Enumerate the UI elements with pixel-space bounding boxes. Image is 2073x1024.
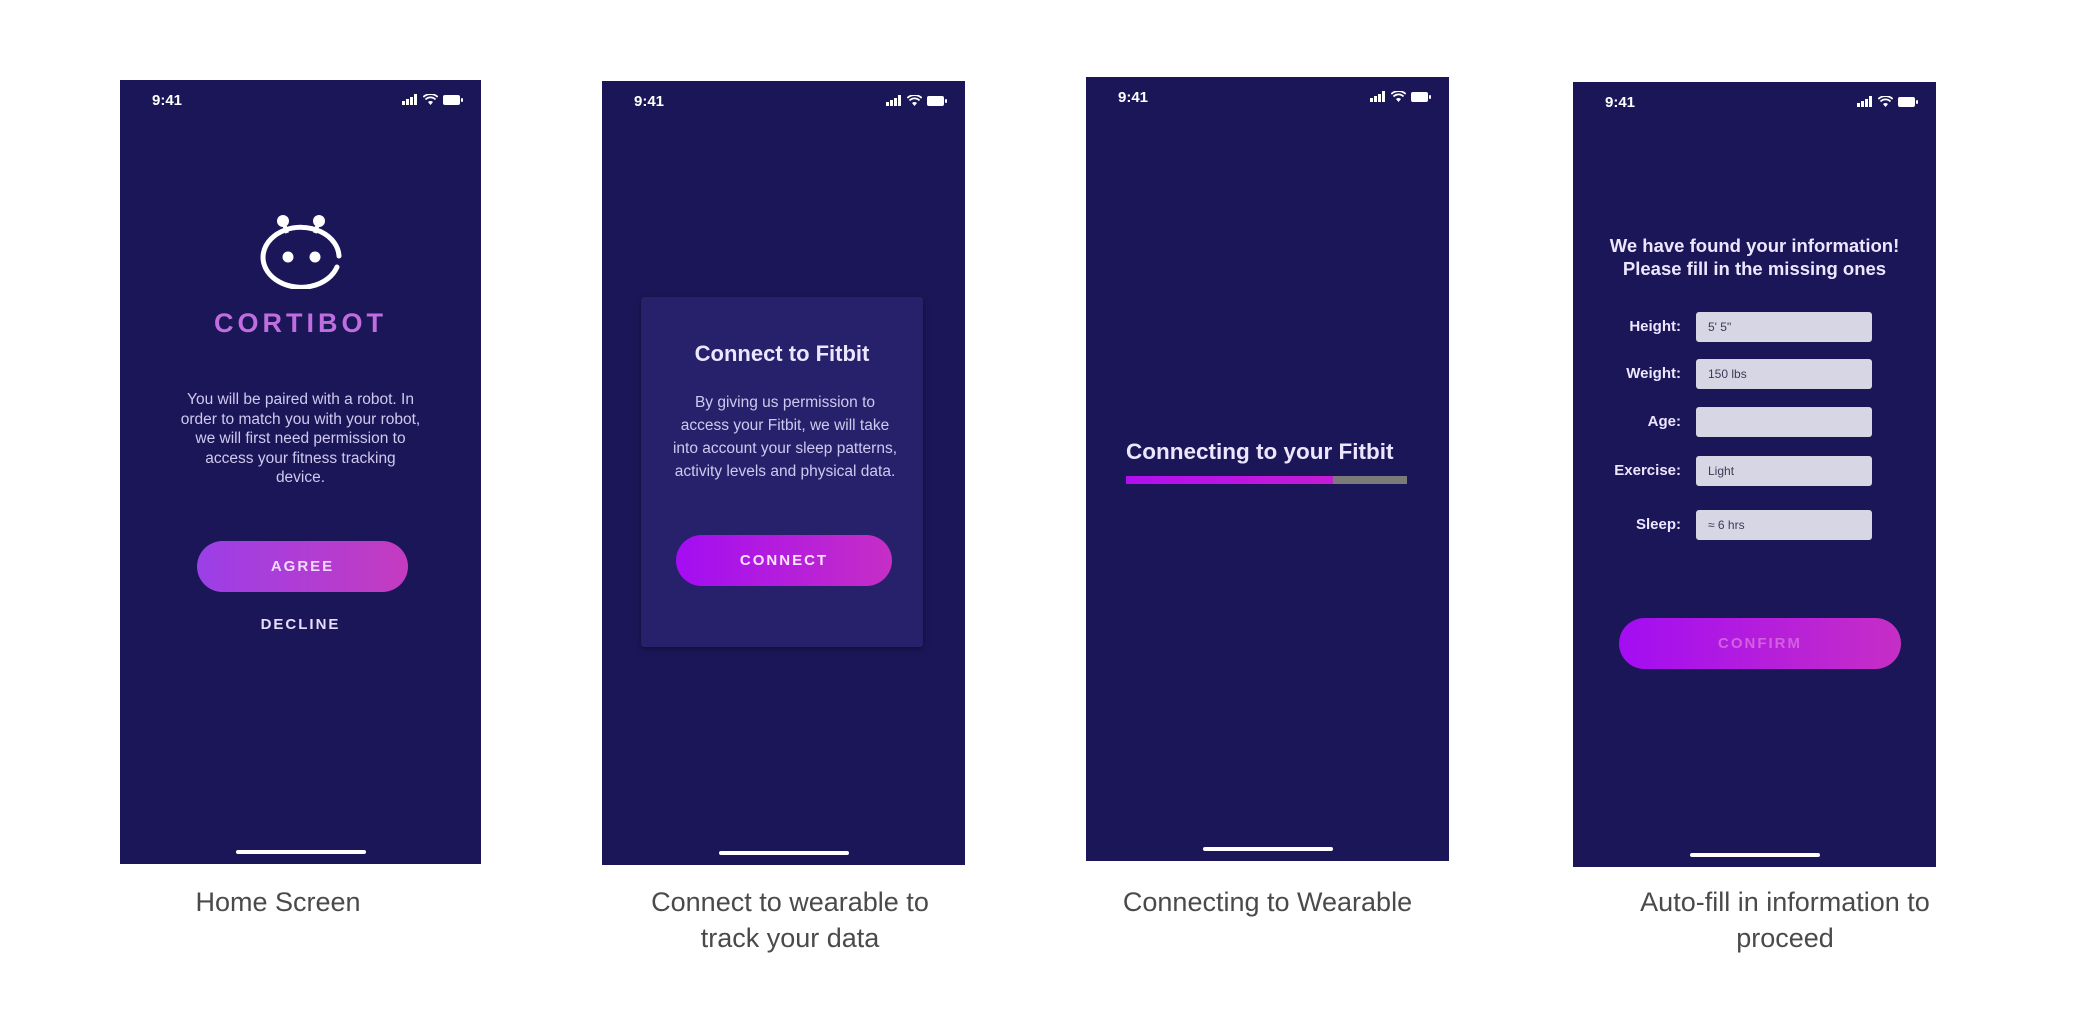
battery-icon <box>443 94 463 105</box>
battery-icon <box>1898 96 1918 107</box>
wifi-icon <box>423 94 438 105</box>
status-time: 9:41 <box>152 92 183 109</box>
caption-home-screen: Home Screen <box>195 887 361 917</box>
form-row-age: Age: <box>1573 407 1936 437</box>
wifi-icon <box>1391 91 1406 102</box>
progress-bar <box>1126 476 1407 484</box>
status-bar: 9:41 <box>120 80 481 120</box>
brand-name: CORTIBOT <box>214 308 387 338</box>
wifi-icon <box>1878 96 1893 107</box>
robot-face-icon <box>260 215 342 289</box>
signal-icon <box>1370 91 1385 102</box>
status-time: 9:41 <box>1118 89 1149 106</box>
progress-bar-fill <box>1126 476 1333 484</box>
form-row-sleep: Sleep: <box>1573 510 1936 540</box>
caption-connect-screen: Connect to wearable to track your data <box>651 887 929 953</box>
form-row-exercise: Exercise: <box>1573 456 1936 486</box>
status-time: 9:41 <box>1605 94 1636 111</box>
home-indicator[interactable] <box>1689 853 1820 857</box>
exercise-field[interactable] <box>1696 456 1872 486</box>
signal-icon <box>886 95 901 106</box>
battery-icon <box>927 95 947 106</box>
home-indicator[interactable] <box>1202 847 1333 851</box>
age-field[interactable] <box>1696 407 1872 437</box>
status-bar: 9:41 <box>1086 77 1449 117</box>
wifi-icon <box>907 95 922 106</box>
home-indicator[interactable] <box>235 850 366 854</box>
card-title: Connect to Fitbit <box>694 341 870 366</box>
form-row-height: Height: <box>1573 312 1936 342</box>
phone-autofill-screen: 9:41 We have found your information! Ple… <box>1573 82 1936 867</box>
home-indicator[interactable] <box>718 851 849 855</box>
phone-home-screen: 9:41 CORTIBOT You will be paired with a … <box>120 80 481 864</box>
caption-autofill-screen: Auto-fill in information to proceed <box>1640 887 1930 953</box>
autofill-heading: We have found your information! Please f… <box>1609 235 1900 279</box>
weight-label: Weight: <box>1626 365 1681 382</box>
confirm-button[interactable]: CONFIRM <box>1619 618 1901 669</box>
height-field[interactable] <box>1696 312 1872 342</box>
status-bar: 9:41 <box>602 81 965 121</box>
caption-connecting-screen: Connecting to Wearable <box>1122 887 1413 917</box>
battery-icon <box>1411 91 1431 102</box>
connect-button[interactable]: CONNECT <box>676 535 892 586</box>
signal-icon <box>402 94 417 105</box>
phone-connecting-screen: 9:41 Connecting to your Fitbit <box>1086 77 1449 861</box>
status-time: 9:41 <box>634 93 665 110</box>
weight-field[interactable] <box>1696 359 1872 389</box>
sleep-label: Sleep: <box>1635 516 1681 533</box>
form-row-weight: Weight: <box>1573 359 1936 389</box>
sleep-field[interactable] <box>1696 510 1872 540</box>
phone-connect-screen: 9:41 Connect to Fitbit By giving us perm… <box>602 81 965 865</box>
height-label: Height: <box>1629 318 1681 335</box>
signal-icon <box>1857 96 1872 107</box>
exercise-label: Exercise: <box>1614 462 1681 479</box>
connect-card: Connect to Fitbit By giving us permissio… <box>641 297 923 647</box>
decline-button[interactable]: DECLINE <box>120 616 481 633</box>
card-description: By giving us permission to access your F… <box>672 394 898 480</box>
intro-text: You will be paired with a robot. In orde… <box>180 391 421 486</box>
agree-button[interactable]: AGREE <box>197 541 408 592</box>
status-bar: 9:41 <box>1573 82 1936 122</box>
connecting-title: Connecting to your Fitbit <box>1126 439 1394 464</box>
age-label: Age: <box>1647 413 1681 430</box>
